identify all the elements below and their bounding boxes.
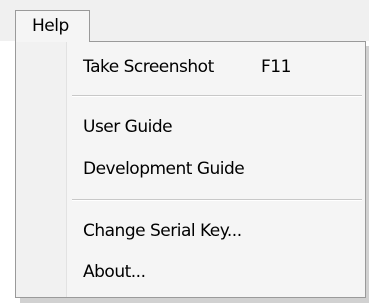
menu-help[interactable]: Help xyxy=(15,10,90,42)
menu-separator xyxy=(72,199,362,201)
menu-icon-gutter xyxy=(16,42,67,297)
menu-bar: Help xyxy=(0,0,369,42)
menu-item-label: Take Screenshot xyxy=(83,57,214,77)
menu-item-label: About... xyxy=(83,262,146,282)
menu-item-label: Development Guide xyxy=(83,159,245,179)
menu-item-label: User Guide xyxy=(83,117,173,137)
menu-item-development-guide[interactable]: Development Guide xyxy=(83,159,245,179)
menu-item-about[interactable]: About... xyxy=(83,262,146,282)
menu-item-shortcut: F11 xyxy=(261,57,291,77)
help-dropdown-menu: Take Screenshot F11 User Guide Developme… xyxy=(15,41,366,298)
menu-item-label: Change Serial Key... xyxy=(83,221,242,241)
menu-item-take-screenshot[interactable]: Take Screenshot F11 xyxy=(83,57,291,77)
menu-separator xyxy=(72,95,362,97)
menu-item-change-serial-key[interactable]: Change Serial Key... xyxy=(83,221,242,241)
menu-item-user-guide[interactable]: User Guide xyxy=(83,117,173,137)
